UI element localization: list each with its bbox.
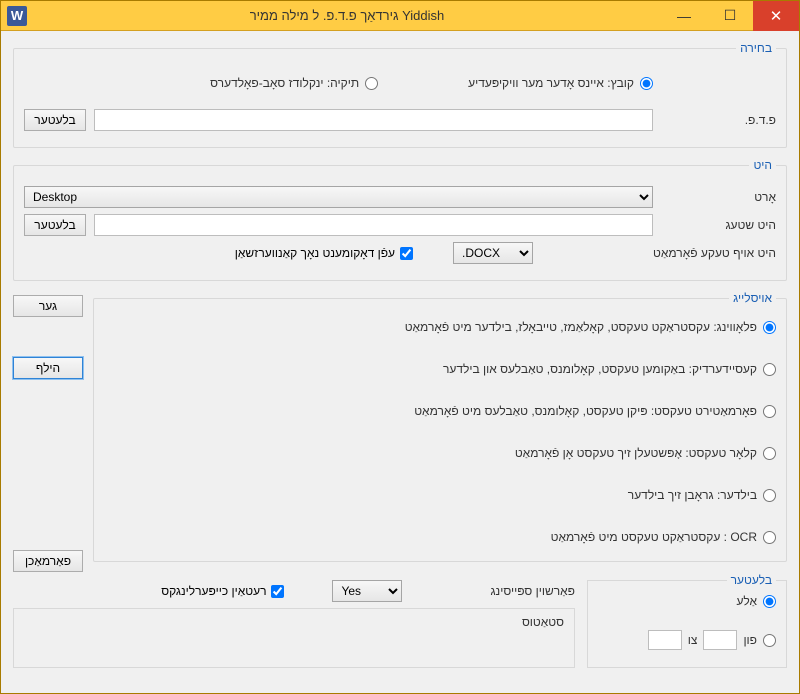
layout-opt-1[interactable]: קעסיידערדיק: באַקומען טעקסט, קאָלומנס, ט… bbox=[104, 362, 776, 376]
pages-from-label: פון bbox=[743, 633, 757, 647]
pages-legend: בלעטער bbox=[727, 573, 776, 587]
pdf-label: פ.ד.פ. bbox=[661, 113, 776, 127]
status-label: סטאַטוס bbox=[522, 615, 564, 629]
open-after-checkbox[interactable]: עפֿן דאָקומענט נאָך קאַנווערזשאַן bbox=[235, 246, 413, 260]
pdf-path-input[interactable] bbox=[94, 109, 653, 131]
format-select[interactable]: .DOCX bbox=[453, 242, 533, 264]
hyperlinks-checkbox[interactable]: רעטאַין כייפּערלינגקס bbox=[161, 584, 284, 598]
layout-opt-1-input[interactable] bbox=[763, 363, 776, 376]
open-after-label: עפֿן דאָקומענט נאָך קאַנווערזשאַן bbox=[235, 246, 395, 260]
window-controls: — ☐ ✕ bbox=[661, 1, 799, 31]
pages-to-label: צו bbox=[688, 633, 698, 647]
layout-opt-4-label: בילדער: גראָבן זיך בילדער bbox=[628, 488, 757, 502]
radio-source-folder-input[interactable] bbox=[365, 77, 378, 90]
window-title: גירדאַך פ.ד.פ. ל מילה ממיר Yiddish bbox=[33, 8, 661, 23]
source-radio-row: קובץ: איינס אָדער מער וויקיפּעדיע תיקיה:… bbox=[24, 69, 776, 103]
layout-opt-4[interactable]: בילדער: גראָבן זיך בילדער bbox=[104, 488, 776, 502]
pages-all-input[interactable] bbox=[763, 595, 776, 608]
layout-opt-3-label: קלאָר טעקסט: אָפּשטעלן זיך טעקסט אָן פֿא… bbox=[515, 446, 757, 460]
layout-opt-1-label: קעסיידערדיק: באַקומען טעקסט, קאָלומנס, ט… bbox=[443, 362, 757, 376]
hyperlinks-input[interactable] bbox=[271, 585, 284, 598]
convert-button[interactable]: גער bbox=[13, 295, 83, 317]
format-label: היט אויף טעקע פֿאָרמאַט bbox=[653, 246, 776, 260]
pages-from-input[interactable] bbox=[703, 630, 737, 650]
browse-pdf-button[interactable]: בלעטער bbox=[24, 109, 86, 131]
spacing-label: פּאַרשוין ספּייסינג bbox=[490, 584, 575, 598]
open-after-input[interactable] bbox=[400, 247, 413, 260]
radio-source-folder[interactable]: תיקיה: ינקלודז סאָב-פאָלדערס bbox=[210, 76, 378, 90]
layout-opt-4-input[interactable] bbox=[763, 489, 776, 502]
side-buttons: גער הילף פאַרמאַכן bbox=[13, 291, 83, 572]
layout-opt-5[interactable]: OCR : עקסטראַקט טעקסט מיט פֿאָרמאַט bbox=[104, 530, 776, 544]
minimize-button[interactable]: — bbox=[661, 1, 707, 31]
layout-opt-2[interactable]: פאָרמאַטירט טעקסט: פּיקן טעקסט, קאָלומנס… bbox=[104, 404, 776, 418]
pages-all-label: אַלע bbox=[736, 594, 757, 608]
output-path-input[interactable] bbox=[94, 214, 653, 236]
layout-opt-5-label: OCR : עקסטראַקט טעקסט מיט פֿאָרמאַט bbox=[551, 530, 757, 544]
help-button[interactable]: הילף bbox=[13, 357, 83, 379]
layout-opt-2-label: פאָרמאַטירט טעקסט: פּיקן טעקסט, קאָלומנס… bbox=[414, 404, 757, 418]
status-group: סטאַטוס bbox=[13, 608, 575, 668]
selection-group: בחירה קובץ: איינס אָדער מער וויקיפּעדיע … bbox=[13, 41, 787, 148]
output-type-label: אָרט bbox=[661, 190, 776, 204]
pages-group: בלעטער אַלע פון צו bbox=[587, 580, 787, 668]
hyperlinks-label: רעטאַין כייפּערלינגקס bbox=[161, 584, 266, 598]
radio-source-file-label: קובץ: איינס אָדער מער וויקיפּעדיע bbox=[468, 76, 634, 90]
layout-legend: אויסלייג bbox=[729, 291, 776, 305]
output-group: היט אָרט Desktop היט שטעג בלעטער היט אוי… bbox=[13, 158, 787, 281]
radio-source-file-input[interactable] bbox=[640, 77, 653, 90]
output-type-select[interactable]: Desktop bbox=[24, 186, 653, 208]
radio-source-folder-label: תיקיה: ינקלודז סאָב-פאָלדערס bbox=[210, 76, 359, 90]
layout-opt-0-label: פלאָווינג: עקסטראַקט טעקסט, קאָלאַמז, טי… bbox=[405, 320, 757, 334]
browse-output-button[interactable]: בלעטער bbox=[24, 214, 86, 236]
spacing-select[interactable]: Yes bbox=[332, 580, 402, 602]
close-app-button[interactable]: פאַרמאַכן bbox=[13, 550, 83, 572]
layout-opt-3-input[interactable] bbox=[763, 447, 776, 460]
layout-opt-0-input[interactable] bbox=[763, 321, 776, 334]
maximize-button[interactable]: ☐ bbox=[707, 1, 753, 31]
layout-opt-5-input[interactable] bbox=[763, 531, 776, 544]
layout-opt-3[interactable]: קלאָר טעקסט: אָפּשטעלן זיך טעקסט אָן פֿא… bbox=[104, 446, 776, 460]
close-button[interactable]: ✕ bbox=[753, 1, 799, 31]
titlebar: W גירדאַך פ.ד.פ. ל מילה ממיר Yiddish — ☐… bbox=[1, 1, 799, 31]
content-area: בחירה קובץ: איינס אָדער מער וויקיפּעדיע … bbox=[1, 31, 799, 693]
output-path-label: היט שטעג bbox=[661, 218, 776, 232]
pages-range-input[interactable] bbox=[763, 634, 776, 647]
selection-legend: בחירה bbox=[736, 41, 776, 55]
layout-group: אויסלייג פלאָווינג: עקסטראַקט טעקסט, קאָ… bbox=[93, 291, 787, 562]
pages-all[interactable]: אַלע bbox=[598, 594, 776, 608]
output-legend: היט bbox=[749, 158, 776, 172]
app-window: W גירדאַך פ.ד.פ. ל מילה ממיר Yiddish — ☐… bbox=[0, 0, 800, 694]
layout-opt-0[interactable]: פלאָווינג: עקסטראַקט טעקסט, קאָלאַמז, טי… bbox=[104, 320, 776, 334]
pages-range[interactable]: פון צו bbox=[598, 630, 776, 650]
layout-opt-2-input[interactable] bbox=[763, 405, 776, 418]
pages-to-input[interactable] bbox=[648, 630, 682, 650]
radio-source-file[interactable]: קובץ: איינס אָדער מער וויקיפּעדיע bbox=[468, 76, 653, 90]
app-icon: W bbox=[7, 6, 27, 26]
